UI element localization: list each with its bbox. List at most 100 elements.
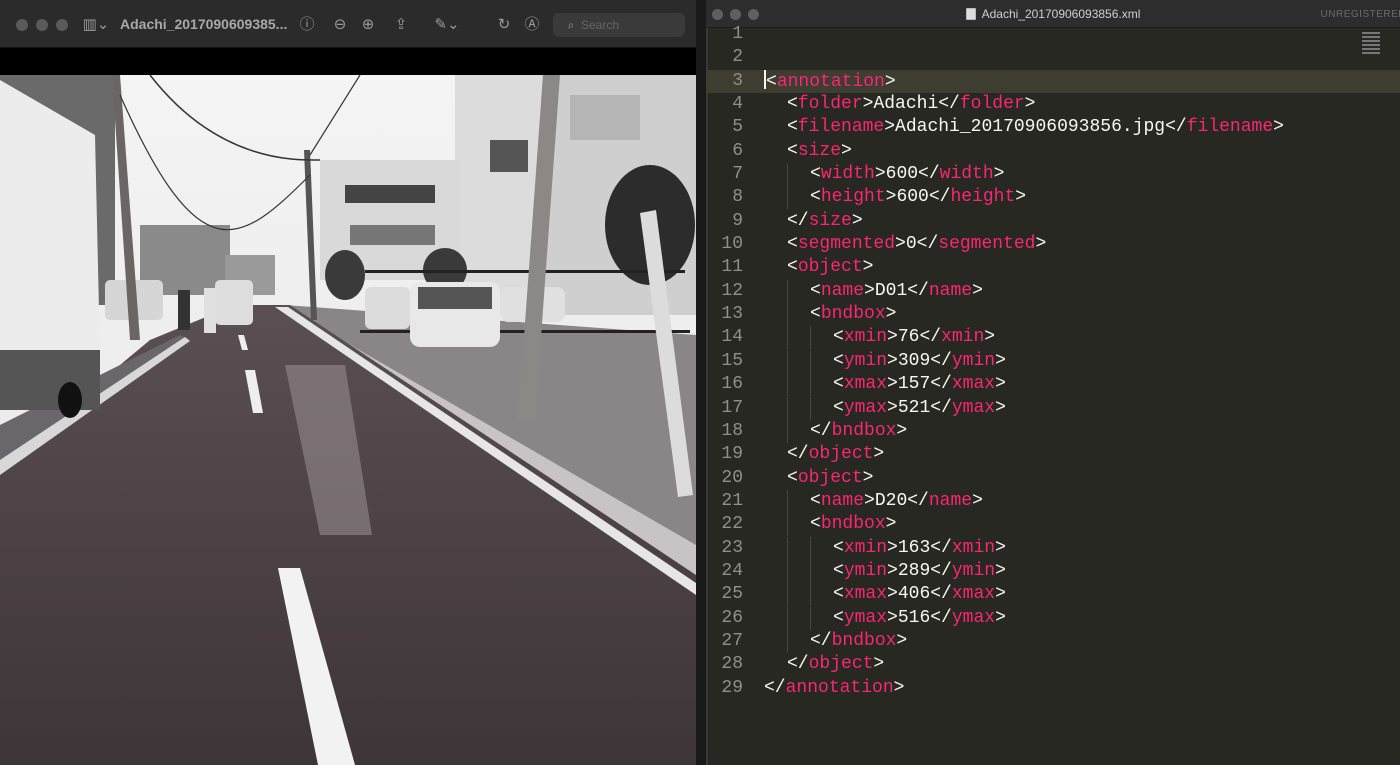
search-input[interactable] (581, 16, 677, 34)
code-text: <bndbox> (764, 303, 896, 327)
zoom-out-icon[interactable]: ⊖ (330, 14, 350, 34)
preview-toolbar: ▥⌄ Adachi_2017090609385... ⓘ ⊖ ⊕ ⇪ ✎⌄ ↻ … (0, 0, 696, 48)
code-content: </object> (787, 444, 885, 465)
code-text: <xmax>157</xmax> (764, 373, 1006, 397)
code-line[interactable]: 5 <filename>Adachi_20170906093856.jpg</fi… (706, 116, 1400, 139)
line-number: 1 (732, 24, 743, 44)
line-number: 18 (721, 420, 743, 441)
code-line[interactable]: 22 <bndbox> (706, 513, 1400, 537)
code-text: <annotation> (764, 69, 896, 94)
code-line[interactable]: 12 <name>D01</name> (706, 279, 1400, 303)
zoom-in-icon[interactable]: ⊕ (358, 14, 378, 34)
toolbar-gap (0, 48, 696, 75)
code-text: <segmented>0</segmented> (764, 233, 1046, 256)
line-number: 11 (721, 257, 743, 278)
code-content: <folder>Adachi</folder> (787, 94, 1036, 115)
line-number: 16 (721, 374, 743, 395)
code-content: </object> (787, 654, 885, 675)
info-icon[interactable]: ⓘ (297, 14, 317, 34)
search-field[interactable]: ⌕ (553, 13, 685, 37)
code-text: <ymin>309</ymin> (764, 349, 1006, 373)
close-window-button[interactable] (16, 19, 28, 31)
code-content: <xmin>76</xmin> (833, 327, 996, 348)
code-line[interactable]: 21 <name>D20</name> (706, 489, 1400, 513)
code-text: </size> (764, 210, 863, 233)
code-content: <name>D20</name> (810, 490, 983, 511)
sidebar-icon[interactable]: ▥⌄ (82, 14, 110, 34)
code-line[interactable]: 18 </bndbox> (706, 419, 1400, 443)
code-line[interactable]: 19 </object> (706, 443, 1400, 466)
code-line[interactable]: 29 </annotation> (706, 677, 1400, 700)
line-number: 25 (721, 584, 743, 605)
code-content: </bndbox> (810, 420, 908, 441)
line-number: 20 (721, 467, 743, 488)
cyclist (204, 288, 216, 333)
code-line[interactable]: 16 <xmax>157</xmax> (706, 373, 1400, 397)
line-number: 29 (721, 677, 743, 698)
code-text: </object> (764, 443, 884, 466)
code-line[interactable]: 15 <ymin>309</ymin> (706, 349, 1400, 373)
search-icon: ⌕ (567, 18, 575, 32)
code-line[interactable]: 6 <size> (706, 140, 1400, 163)
code-text: <xmin>76</xmin> (764, 326, 996, 350)
line-number: 10 (721, 234, 743, 255)
code-content: <annotation> (766, 71, 896, 92)
code-line[interactable]: 27 </bndbox> (706, 629, 1400, 653)
code-line[interactable]: 9 </size> (706, 210, 1400, 233)
file-icon (965, 8, 976, 20)
line-number: 9 (732, 210, 743, 231)
code-text: <xmin>163</xmin> (764, 536, 1006, 560)
code-line[interactable]: 24 <ymin>289</ymin> (706, 559, 1400, 583)
code-text: <folder>Adachi</folder> (764, 93, 1035, 116)
code-line[interactable]: 25 <xmax>406</xmax> (706, 583, 1400, 607)
code-line[interactable]: 8 <height>600</height> (706, 186, 1400, 210)
annotate-icon[interactable]: Ⓐ (522, 14, 542, 34)
code-line[interactable]: 4 <folder>Adachi</folder> (706, 93, 1400, 116)
code-line[interactable]: 11 <object> (706, 256, 1400, 279)
code-text: <ymin>289</ymin> (764, 559, 1006, 583)
code-line[interactable]: 7 <width>600</width> (706, 163, 1400, 187)
line-number: 27 (721, 630, 743, 651)
code-content: <object> (787, 467, 874, 488)
share-icon[interactable]: ⇪ (391, 14, 411, 34)
code-text: <ymax>516</ymax> (764, 606, 1006, 630)
minimize-window-button[interactable] (36, 19, 48, 31)
code-content: <segmented>0</segmented> (787, 234, 1047, 255)
code-text: <filename>Adachi_20170906093856.jpg</fil… (764, 116, 1284, 139)
editor-window: Adachi_20170906093856.xml UNREGISTERED 1… (706, 0, 1400, 765)
code-line[interactable]: 10 <segmented>0</segmented> (706, 233, 1400, 256)
code-content: <ymax>521</ymax> (833, 397, 1006, 418)
tree (325, 250, 365, 300)
code-content: </annotation> (764, 677, 905, 698)
code-line[interactable]: 14 <xmin>76</xmin> (706, 326, 1400, 350)
line-number: 5 (732, 117, 743, 138)
code-content: <bndbox> (810, 514, 897, 535)
code-line[interactable]: 23 <xmin>163</xmin> (706, 536, 1400, 560)
code-line[interactable]: 13 <bndbox> (706, 303, 1400, 327)
code-content: <name>D01</name> (810, 280, 983, 301)
code-line[interactable]: 17 <ymax>521</ymax> (706, 396, 1400, 420)
code-text: <xmax>406</xmax> (764, 583, 1006, 607)
code-text: </object> (764, 653, 884, 676)
code-content: </size> (787, 210, 863, 231)
code-area[interactable]: 1 2 3 <annotation> 4 <folder>Adachi</folder> 5… (706, 23, 1400, 700)
line-number: 26 (721, 607, 743, 628)
truck-chassis (0, 350, 100, 410)
unregistered-label: UNREGISTERED (1320, 9, 1400, 20)
markup-icon[interactable]: ✎⌄ (432, 14, 462, 34)
code-text: <bndbox> (764, 513, 897, 537)
code-content: <ymax>516</ymax> (833, 607, 1006, 628)
code-line[interactable]: 26 <ymax>516</ymax> (706, 606, 1400, 630)
code-content: <xmax>157</xmax> (833, 374, 1006, 395)
line-number: 21 (721, 490, 743, 511)
code-line[interactable]: 3 <annotation> (706, 69, 1400, 94)
code-line[interactable]: 2 (706, 46, 1400, 69)
code-text: </bndbox> (764, 629, 907, 653)
rotate-icon[interactable]: ↻ (494, 14, 514, 34)
code-text: <height>600</height> (764, 186, 1026, 210)
code-content: <filename>Adachi_20170906093856.jpg</fil… (787, 117, 1284, 138)
zoom-window-button[interactable] (56, 19, 68, 31)
code-line[interactable]: 1 (706, 23, 1400, 46)
code-line[interactable]: 20 <object> (706, 467, 1400, 490)
code-line[interactable]: 28 </object> (706, 653, 1400, 676)
